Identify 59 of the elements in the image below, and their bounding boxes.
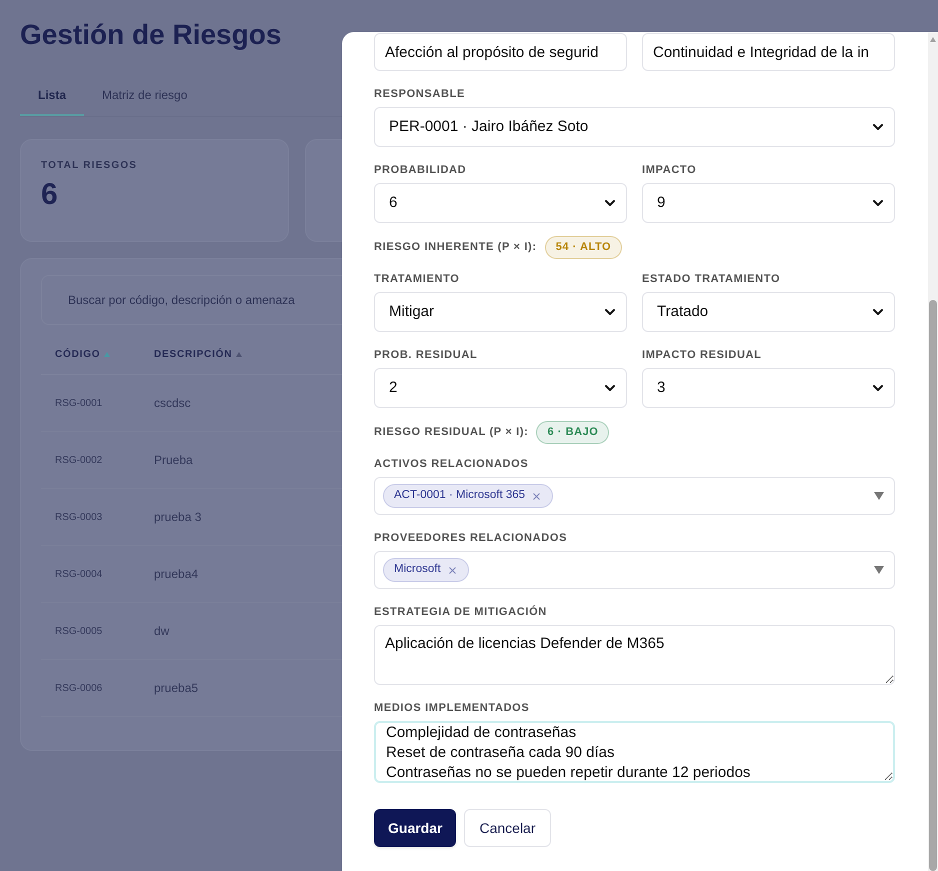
selected-tag[interactable]: ACT-0001 · Microsoft 365 xyxy=(383,484,554,508)
field-label: RESPONSABLE xyxy=(374,87,466,101)
field-label: PROB. RESIDUAL xyxy=(374,348,478,362)
table-cell-text: prueba5 xyxy=(154,680,198,697)
field-label: IMPACTO xyxy=(642,163,698,177)
remove-icon[interactable] xyxy=(446,564,458,576)
field-label: PROVEEDORES RELACIONADOS xyxy=(374,531,568,545)
field-label: PROBABILIDAD xyxy=(374,163,468,177)
table-cell-text: cscdsc xyxy=(154,395,191,412)
select-field[interactable]: 2 xyxy=(374,368,627,408)
text-input[interactable]: Afección al propósito de segurid xyxy=(374,33,627,71)
stat-value: 6 xyxy=(41,177,59,213)
page-title: Gestión de Riesgos xyxy=(20,18,282,52)
cancel-button[interactable]: Cancelar xyxy=(464,809,550,847)
field-label: TRATAMIENTO xyxy=(374,272,460,286)
table-cell-text: RSG-0003 xyxy=(55,510,104,524)
select-field[interactable]: Mitigar xyxy=(374,292,627,332)
table-cell-text: RSG-0005 xyxy=(55,624,104,638)
select-field[interactable]: 3 xyxy=(642,368,895,408)
score-label: RIESGO INHERENTE (P × I): xyxy=(374,240,537,256)
score-label: RIESGO RESIDUAL (P × I): xyxy=(374,425,528,440)
field-label: ESTRATEGIA DE MITIGACIÓN xyxy=(374,605,548,619)
select-value: 2 xyxy=(389,378,398,398)
table-cell-text: RSG-0001 xyxy=(55,396,104,410)
multi-select-field[interactable]: Microsoft xyxy=(374,551,895,589)
select-field[interactable]: Tratado xyxy=(642,292,895,332)
remove-icon[interactable] xyxy=(531,490,542,502)
risk-level-badge: 6 · BAJO xyxy=(536,421,610,444)
save-button[interactable]: Guardar xyxy=(374,809,456,847)
table-cell-text: RSG-0004 xyxy=(55,568,104,582)
stat-label: TOTAL RIESGOS xyxy=(41,159,138,173)
text-area[interactable]: Aplicación de licencias Defender de M365 xyxy=(374,625,895,685)
select-value: Tratado xyxy=(657,302,708,322)
select-value: 6 xyxy=(389,192,398,213)
dropdown-triangle-icon xyxy=(874,566,884,574)
select-value: Mitigar xyxy=(389,302,434,322)
multi-select-field[interactable]: ACT-0001 · Microsoft 365 xyxy=(374,477,895,515)
text-input[interactable]: Continuidad e Integridad de la in xyxy=(642,33,895,71)
dropdown-triangle-icon xyxy=(874,492,884,500)
select-value: 9 xyxy=(657,192,666,213)
field-label: ESTADO TRATAMIENTO xyxy=(642,272,782,286)
search-placeholder: Buscar por código, descripción o amenaza xyxy=(68,292,295,309)
select-field[interactable]: 6 xyxy=(374,183,627,223)
selected-tag[interactable]: Microsoft xyxy=(383,558,469,582)
field-label: ACTIVOS RELACIONADOS xyxy=(374,457,530,471)
risk-level-badge: 54 · ALTO xyxy=(544,236,622,259)
field-label: MEDIOS IMPLEMENTADOS xyxy=(374,701,530,715)
table-cell-text: dw xyxy=(154,623,170,640)
table-cell-text: RSG-0002 xyxy=(55,454,104,468)
select-value: 3 xyxy=(657,378,666,398)
select-value: PER-0001 · Jairo Ibáñez Soto xyxy=(389,116,588,137)
field-label: IMPACTO RESIDUAL xyxy=(642,348,763,362)
table-cell-text: prueba4 xyxy=(154,566,198,583)
table-cell-text: Prueba xyxy=(154,452,193,469)
table-cell-text: prueba 3 xyxy=(154,509,202,526)
text-area[interactable]: Complejidad de contraseñas Reset de contraseña cada 90 días Contraseñas no se pueden repetir durante 12 periodos xyxy=(374,721,895,783)
table-cell-text: RSG-0006 xyxy=(55,682,104,696)
select-field[interactable]: 9 xyxy=(642,183,895,223)
select-field[interactable]: PER-0001 · Jairo Ibáñez Soto xyxy=(374,107,895,147)
